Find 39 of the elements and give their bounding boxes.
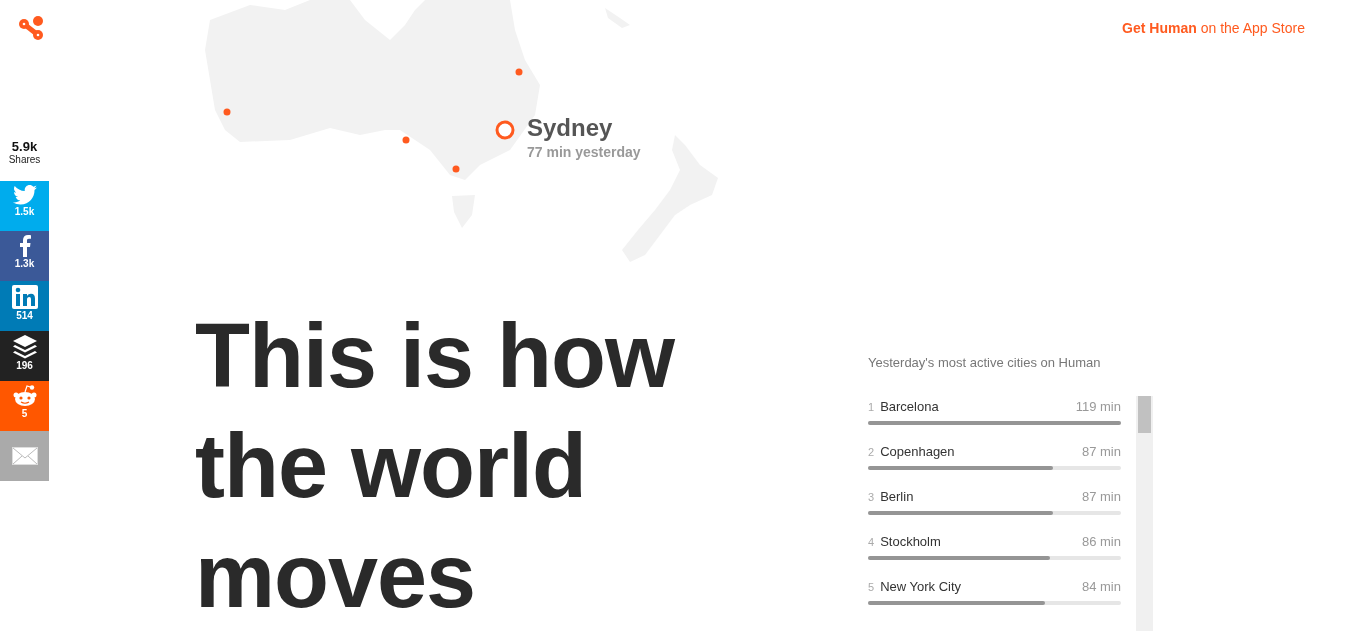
panel-title: Yesterday's most active cities on Human [868, 355, 1102, 370]
linkedin-share-button[interactable]: 514 [0, 281, 49, 331]
email-share-button[interactable] [0, 431, 49, 481]
stack-icon [11, 335, 38, 359]
twitter-share-button[interactable]: 1.5k [0, 181, 49, 231]
headline-line: moves [195, 525, 477, 628]
city-detail: 77 min yesterday [527, 144, 641, 160]
headline-line: the world [195, 415, 587, 518]
rank-number: 1 [868, 401, 875, 413]
app-store-link[interactable]: Get Human on the App Store [1122, 20, 1305, 38]
headline-line: This is how [195, 305, 675, 408]
rank-number: 4 [868, 536, 875, 548]
city-name: Berlin [880, 489, 915, 504]
linkedin-icon [11, 285, 38, 309]
city-name: Stockholm [880, 534, 942, 549]
city-name: Barcelona [880, 399, 940, 414]
city-minutes: 86 min [1081, 534, 1121, 549]
city-minutes: 87 min [1081, 444, 1121, 459]
letter-f-icon [18, 235, 31, 257]
logo-icon[interactable] [18, 15, 46, 43]
city-minutes: 84 min [1081, 579, 1121, 594]
scrollbar[interactable] [1136, 396, 1153, 631]
share-label: Shares [7, 154, 42, 165]
rank-number: 3 [868, 491, 875, 503]
city-minutes: 119 min [1075, 399, 1121, 414]
bird-icon [12, 185, 37, 205]
city-name: New York City [880, 579, 963, 594]
buffer-share-button[interactable]: 196 [0, 331, 49, 381]
city-name: Sydney [527, 114, 614, 142]
facebook-share-button[interactable]: 1.3k [0, 231, 49, 281]
reddit-share-button[interactable]: 5 [0, 381, 49, 431]
envelope-icon [11, 447, 38, 465]
rank-number: 2 [868, 446, 875, 458]
share-total: 5.9k [10, 139, 39, 154]
scrollbar-thumb[interactable] [1138, 396, 1151, 433]
city-name: Copenhagen [880, 444, 956, 459]
rank-number: 5 [868, 581, 875, 593]
alien-icon [11, 385, 38, 407]
city-minutes: 87 min [1081, 489, 1121, 504]
